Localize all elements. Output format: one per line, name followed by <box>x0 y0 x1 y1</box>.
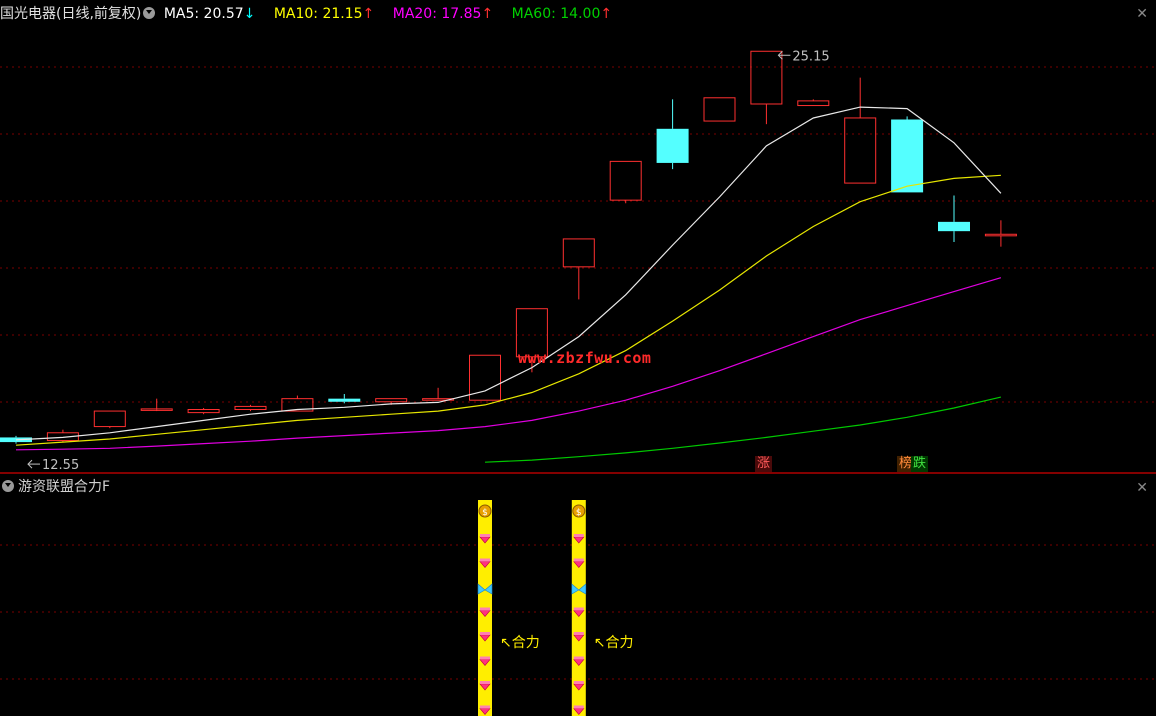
indicator-title[interactable]: 游资联盟合力F <box>18 479 110 495</box>
annotation-0: 25.15 <box>777 49 830 64</box>
candle-body-4 <box>187 409 220 414</box>
tag-zhang: 涨 <box>755 456 773 472</box>
candle-9 <box>422 387 455 401</box>
ma60-line <box>484 396 1002 463</box>
candle-body-5 <box>234 405 267 411</box>
gem-top-0-3 <box>480 607 490 611</box>
ma10-line <box>15 174 1001 446</box>
gem-top-1-0 <box>573 534 584 537</box>
ma20-arrow: ↑ <box>481 6 494 22</box>
candle-body-21 <box>984 233 1017 237</box>
candle-15 <box>703 97 736 122</box>
annotation-1: 12.55 <box>27 458 79 473</box>
indicator-header: 游资联盟合力F <box>0 477 110 497</box>
candle-4 <box>187 407 220 415</box>
candle-21 <box>984 220 1017 247</box>
candle-body-7 <box>328 398 361 402</box>
annotation-label-0: 25.15 <box>792 49 829 64</box>
ma20-label: MA20: 17.85 <box>392 6 482 22</box>
candle-body-8 <box>375 398 408 403</box>
ma20-line <box>15 277 1002 451</box>
candle-20 <box>938 195 970 243</box>
gem-top-1-6 <box>573 681 584 684</box>
ma5-arrow: ↓ <box>243 6 256 22</box>
candle-2 <box>93 410 126 429</box>
candle-body-16 <box>750 50 783 105</box>
signal-label-0: ↖合力 <box>500 635 540 651</box>
candle-17 <box>797 99 830 107</box>
stock-title[interactable]: 国光电器(日线,前复权) <box>0 4 141 24</box>
candle-body-17 <box>797 100 830 107</box>
ma5-line <box>15 106 1002 441</box>
candle-14 <box>656 99 689 170</box>
candle-body-13 <box>609 160 642 201</box>
dollar-icon-0: $ <box>482 508 488 518</box>
signal-label-1: ↖合力 <box>594 635 634 651</box>
ma5-label: MA5: 20.57 <box>163 6 244 22</box>
indicator-layer: $ ↖合力 $ ↖合力 <box>477 500 634 716</box>
indicator-dropdown-icon[interactable] <box>2 480 14 492</box>
gem-top-0-5 <box>480 656 490 660</box>
signal-column-1: $ ↖合力 <box>571 500 634 716</box>
watermark-text: www.zbzfwu.com <box>518 349 652 367</box>
annotations-layer: 25.15 12.55 <box>27 49 830 473</box>
candle-body-14 <box>656 128 689 163</box>
gem-top-0-4 <box>480 632 490 635</box>
candle-18 <box>844 77 877 184</box>
chart-header: 国光电器(日线,前复权) MA5: 20.57↓ MA10: 21.15↑ MA… <box>0 4 612 24</box>
gem-top-1-3 <box>573 607 584 611</box>
ma10-label: MA10: 21.15 <box>273 6 363 22</box>
tag-die: 跌 <box>911 456 929 472</box>
gem-top-1-5 <box>573 656 584 660</box>
candle-body-20 <box>938 221 970 232</box>
dropdown-icon[interactable] <box>143 7 156 19</box>
candle-body-12 <box>562 238 595 268</box>
candle-5 <box>234 404 267 412</box>
gem-top-1-7 <box>573 705 584 709</box>
candle-body-2 <box>93 410 126 428</box>
candle-16 <box>750 50 783 125</box>
ma60-arrow: ↑ <box>600 6 613 22</box>
candle-body-19 <box>891 119 924 193</box>
candle-19 <box>891 116 924 193</box>
candle-3 <box>140 398 173 412</box>
candle-body-15 <box>703 97 736 122</box>
ma10-arrow: ↑ <box>362 6 375 22</box>
dollar-icon-1: $ <box>576 508 582 518</box>
close-indicator-icon[interactable]: ✕ <box>1136 480 1148 496</box>
gem-top-0-1 <box>480 558 490 562</box>
gem-top-0-7 <box>480 705 490 709</box>
gem-top-0-0 <box>480 534 490 537</box>
gem-top-1-1 <box>573 558 584 562</box>
ma60-label: MA60: 14.00 <box>511 6 601 22</box>
close-main-chart-icon[interactable]: ✕ <box>1136 6 1148 22</box>
gem-top-1-4 <box>573 632 584 635</box>
gem-top-0-6 <box>480 681 490 684</box>
annotation-label-1: 12.55 <box>42 458 79 473</box>
signal-column-0: $ ↖合力 <box>477 500 540 716</box>
candle-13 <box>609 160 642 204</box>
candle-body-18 <box>844 117 877 184</box>
candle-12 <box>562 238 595 300</box>
candles-layer <box>0 50 1017 444</box>
